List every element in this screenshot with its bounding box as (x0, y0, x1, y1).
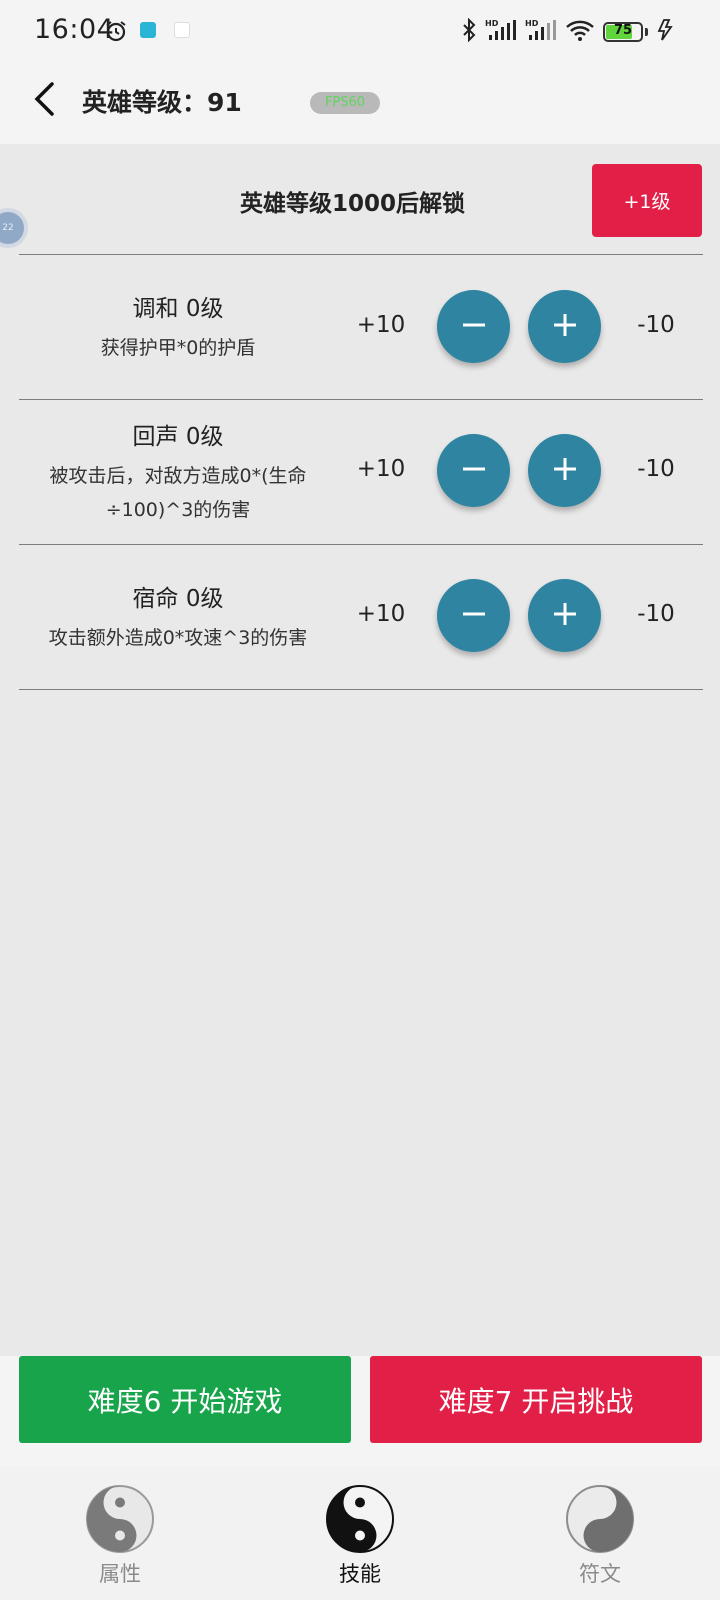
battery-tip (645, 28, 648, 36)
nav-label: 技能 (339, 1562, 381, 1586)
status-time: 16:04 (34, 14, 115, 45)
nav-item-runes[interactable]: 符文 (530, 1484, 670, 1588)
decrease-button[interactable] (437, 290, 510, 363)
skill-name: 宿命 0级 (132, 586, 224, 612)
header: 英雄等级：91 FPS60 (0, 64, 720, 144)
plus-icon (551, 600, 579, 632)
floating-assistant-bubble[interactable]: 22 (0, 208, 28, 248)
plus-icon (551, 455, 579, 487)
app-notification-icon (140, 22, 156, 38)
charging-icon (656, 19, 676, 45)
skill-description: 攻击额外造成0*攻速^3的伤害 (48, 627, 308, 649)
divider (19, 689, 703, 690)
signal-hd-icon: HD (525, 18, 557, 46)
skill-description: 获得护甲*0的护盾 (100, 337, 256, 359)
nav-item-skills[interactable]: 技能 (290, 1484, 430, 1588)
increase-button[interactable] (528, 434, 601, 507)
skill-description: 被攻击后，对敌方造成0*(生命÷100)^3的伤害 (49, 465, 307, 521)
decrease-amount: -10 (637, 312, 675, 338)
nav-item-attributes[interactable]: 属性 (50, 1484, 190, 1588)
app-notification-icon (174, 22, 190, 38)
skill-info: 回声 0级 被攻击后，对敌方造成0*(生命÷100)^3的伤害 (19, 400, 337, 544)
start-challenge-button[interactable]: 难度7 开启挑战 (370, 1356, 702, 1443)
page-title: 英雄等级：91 (82, 88, 242, 117)
minus-icon (460, 455, 488, 487)
yin-yang-icon (565, 1484, 635, 1554)
yin-yang-icon (85, 1484, 155, 1554)
skill-row: 回声 0级 被攻击后，对敌方造成0*(生命÷100)^3的伤害 +10 -10 (0, 400, 720, 544)
battery-icon: 75 (603, 22, 643, 42)
start-game-button[interactable]: 难度6 开始游戏 (19, 1356, 351, 1443)
bluetooth-icon (461, 17, 477, 46)
battery-level-text: 75 (613, 23, 633, 38)
decrease-amount: -10 (637, 456, 675, 482)
increase-amount: +10 (356, 312, 406, 338)
skill-name: 调和 0级 (132, 296, 224, 322)
increase-amount: +10 (356, 601, 406, 627)
nav-label: 符文 (579, 1562, 621, 1586)
level-up-button[interactable]: +1级 (592, 164, 702, 237)
bottom-nav: 属性 技能 符文 (0, 1466, 720, 1600)
minus-icon (460, 600, 488, 632)
increase-amount: +10 (356, 456, 406, 482)
skill-name: 回声 0级 (132, 424, 224, 450)
status-bar: 16:04 HD HD 75 (0, 0, 720, 64)
signal-hd-icon: HD (485, 18, 517, 46)
plus-icon (551, 311, 579, 343)
wifi-icon (565, 18, 595, 46)
skill-info: 宿命 0级 攻击额外造成0*攻速^3的伤害 (19, 545, 337, 689)
skills-panel: 22 英雄等级1000后解锁 +1级 调和 0级 获得护甲*0的护盾 +10 -… (0, 144, 720, 1356)
svg-text:HD: HD (485, 19, 499, 28)
chevron-left-icon (32, 81, 58, 121)
fps-badge: FPS60 (310, 92, 380, 114)
yin-yang-icon (325, 1484, 395, 1554)
alarm-icon (104, 19, 128, 47)
decrease-button[interactable] (437, 434, 510, 507)
skill-info: 调和 0级 获得护甲*0的护盾 (19, 255, 337, 399)
skill-row: 宿命 0级 攻击额外造成0*攻速^3的伤害 +10 -10 (0, 545, 720, 689)
increase-button[interactable] (528, 579, 601, 652)
decrease-amount: -10 (637, 601, 675, 627)
svg-text:HD: HD (525, 19, 539, 28)
action-bar: 难度6 开始游戏 难度7 开启挑战 (0, 1356, 720, 1466)
increase-button[interactable] (528, 290, 601, 363)
nav-label: 属性 (99, 1562, 141, 1586)
unlock-hint: 英雄等级1000后解锁 (240, 191, 466, 217)
back-button[interactable] (22, 78, 68, 124)
minus-icon (460, 311, 488, 343)
decrease-button[interactable] (437, 579, 510, 652)
status-icons: HD HD 75 (461, 17, 676, 46)
skill-row: 调和 0级 获得护甲*0的护盾 +10 -10 (0, 255, 720, 399)
